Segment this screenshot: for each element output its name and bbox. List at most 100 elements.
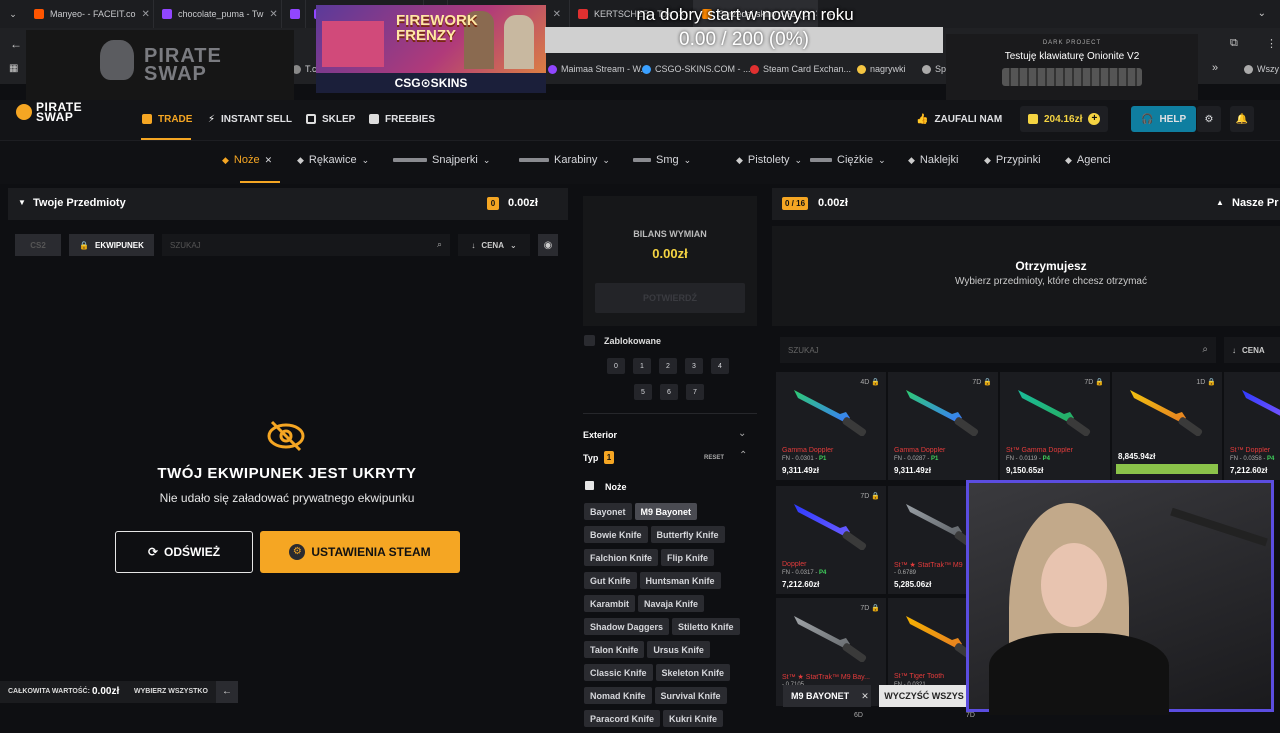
knife-filter-chip[interactable]: Kukri Knife — [663, 710, 724, 727]
day-filter-5[interactable]: 5 — [634, 384, 652, 400]
knife-filter-chip[interactable]: Gut Knife — [584, 572, 637, 589]
right-sort-dropdown[interactable]: ↓ CENA — [1224, 337, 1280, 363]
nav-freebies[interactable]: FREEBIES — [369, 106, 435, 132]
nav-instant-sell[interactable]: ⚡ INSTANT SELL — [208, 106, 292, 132]
filter-tag[interactable]: M9 BAYONET ✕ — [783, 685, 871, 707]
knife-filter-chip[interactable]: Talon Knife — [584, 641, 645, 658]
bookmark-item[interactable]: Maimaa Stream - W... — [548, 64, 648, 74]
item-card[interactable]: St™ Doppler FN - 0.0358 - P4 7,212.60zł — [1224, 372, 1280, 480]
chevron-up-icon[interactable]: ⌃ — [739, 450, 747, 461]
trade-lock-badge: 6D — [854, 712, 863, 719]
knife-filter-chip[interactable]: Survival Knife — [654, 687, 727, 704]
category-6[interactable]: Ciężkie ⌄ — [810, 154, 886, 166]
close-icon[interactable]: ✕ — [861, 691, 869, 702]
day-filter-2[interactable]: 2 — [659, 358, 677, 374]
steam-settings-button[interactable]: ⚙ USTAWIENIA STEAM — [260, 531, 460, 573]
inventory-button[interactable]: 🔒 EKWIPUNEK — [69, 234, 154, 256]
chevron-down-icon[interactable]: ⌄ — [738, 428, 746, 439]
chevron-down-icon[interactable]: ⌄ — [1258, 8, 1266, 19]
knife-filter-chip[interactable]: Classic Knife — [584, 664, 653, 681]
knife-filter-chip[interactable]: Bowie Knife — [584, 526, 648, 543]
category-4[interactable]: Smg ⌄ — [633, 154, 691, 166]
puzzle-icon[interactable]: ⧉ — [1230, 37, 1238, 50]
game-cs2-button[interactable]: CS2 — [15, 234, 61, 256]
close-icon[interactable]: ✕ — [265, 155, 273, 166]
knife-filter-chip[interactable]: Paracord Knife — [584, 710, 661, 727]
knife-filter-chip[interactable]: Butterfly Knife — [650, 526, 725, 543]
knife-filter-chip[interactable]: Nomad Knife — [584, 687, 652, 704]
tab-list-icon[interactable]: ⌄ — [0, 0, 26, 28]
browser-tab[interactable]: Manyeo- - FACEIT.co ✕ — [26, 0, 154, 28]
close-icon[interactable]: ✕ — [269, 9, 277, 20]
item-actions-bar[interactable] — [1116, 464, 1218, 474]
right-search-input[interactable]: SZUKAJ ⌕ — [780, 337, 1216, 363]
left-filter-button[interactable]: ◉ — [538, 234, 558, 256]
confirm-button[interactable]: POTWIERDŹ — [595, 283, 745, 313]
bookmark-item[interactable]: nagrywki — [857, 64, 906, 74]
balance-display[interactable]: 204.16zł + — [1020, 106, 1109, 132]
bookmark-item[interactable]: Steam Card Exchan... — [750, 64, 851, 74]
notifications-button[interactable]: 🔔 — [1230, 106, 1254, 132]
select-all-button[interactable]: WYBIERZ WSZYSTKO — [134, 688, 208, 695]
apps-grid-icon[interactable]: ▦ — [9, 63, 18, 74]
knife-filter-chip[interactable]: Huntsman Knife — [639, 572, 721, 589]
knife-filter-chip[interactable]: M9 Bayonet — [634, 503, 698, 520]
knife-filter-chip[interactable]: Falchion Knife — [584, 549, 659, 566]
bookmark-item[interactable]: Wszy — [1244, 64, 1279, 74]
item-card[interactable]: 7D 🔒 Doppler FN - 0.0317 - P4 7,212.60zł — [776, 486, 886, 594]
category-3[interactable]: Karabiny ⌄ — [519, 154, 610, 166]
bookmark-item[interactable]: Spr — [922, 64, 949, 74]
nav-shop[interactable]: SKLEP — [306, 106, 355, 132]
day-filter-6[interactable]: 6 — [660, 384, 678, 400]
knife-filter-chip[interactable]: Bayonet — [584, 503, 632, 520]
category-1[interactable]: ◆ Rękawice ⌄ — [297, 154, 369, 166]
day-filter-0[interactable]: 0 — [607, 358, 625, 374]
category-7[interactable]: ◆ Naklejki — [908, 154, 958, 166]
knives-group-checkbox[interactable] — [585, 481, 594, 490]
category-8[interactable]: ◆ Przypinki — [984, 154, 1041, 166]
back-icon[interactable]: ← — [10, 37, 22, 51]
knife-filter-chip[interactable]: Navaja Knife — [638, 595, 705, 612]
settings-button[interactable]: ⚙ — [1197, 106, 1221, 132]
browser-tab[interactable]: d✕ — [282, 0, 306, 28]
your-items-header[interactable]: ▼ Twoje Przedmioty 0 0.00zł — [8, 188, 568, 220]
browser-tab[interactable]: chocolate_puma - Tw ✕ — [154, 0, 282, 28]
close-icon[interactable]: ✕ — [142, 9, 150, 20]
left-search-input[interactable]: SZUKAJ ⌕ — [162, 234, 450, 256]
bookmarks-more-icon[interactable]: » — [1212, 62, 1218, 74]
knife-filter-chip[interactable]: Karambit — [584, 595, 636, 612]
category-5[interactable]: ◆ Pistolety ⌄ — [736, 154, 802, 166]
reset-button[interactable]: RESET — [704, 455, 724, 461]
knife-filter-chip[interactable]: Shadow Daggers — [584, 618, 670, 635]
help-button[interactable]: 🎧 HELP — [1131, 106, 1197, 132]
day-filter-1[interactable]: 1 — [633, 358, 651, 374]
left-sort-dropdown[interactable]: ↓ CENA ⌄ — [458, 234, 530, 256]
category-9[interactable]: ◆ Agenci — [1065, 154, 1111, 166]
arrow-left-icon[interactable]: ← — [216, 681, 238, 703]
nav-trade[interactable]: TRADE — [142, 106, 192, 132]
day-filter-3[interactable]: 3 — [685, 358, 703, 374]
bookmark-item[interactable]: CSGO-SKINS.COM - ... — [642, 64, 751, 74]
our-items-header[interactable]: 0 / 16 0.00zł ▲ Nasze Pr — [772, 188, 1280, 220]
add-funds-icon[interactable]: + — [1088, 113, 1101, 125]
category-2[interactable]: Snajperki ⌄ — [393, 154, 490, 166]
refresh-button[interactable]: ⟳ ODŚWIEŻ — [115, 531, 253, 573]
knife-filter-chip[interactable]: Skeleton Knife — [655, 664, 731, 681]
knife-filter-chip[interactable]: Ursus Knife — [647, 641, 710, 658]
day-filter-4[interactable]: 4 — [711, 358, 729, 374]
site-logo[interactable]: PIRATE SWAP — [16, 100, 108, 124]
nav-trust[interactable]: 👍 ZAUFALI NAM — [916, 106, 1002, 132]
item-card[interactable]: 4D 🔒 Gamma Doppler FN - 0.0301 - P1 9,311.4… — [776, 372, 886, 480]
knife-image — [794, 390, 867, 436]
item-card[interactable]: 7D 🔒 Gamma Doppler FN - 0.0287 - P1 9,311.4… — [888, 372, 998, 480]
exterior-filter[interactable]: Exterior — [583, 430, 617, 440]
item-card[interactable]: 1D 🔒 8,845.94zł — [1112, 372, 1222, 480]
category-0[interactable]: ◆ Noże ✕ — [222, 154, 272, 166]
knife-filter-chip[interactable]: Flip Knife — [661, 549, 715, 566]
knife-filter-chip[interactable]: Stiletto Knife — [672, 618, 740, 635]
item-card[interactable]: 7D 🔒 St™ Gamma Doppler FN - 0.0119 - P4 9,1… — [1000, 372, 1110, 480]
clear-filters-button[interactable]: WYCZYŚĆ WSZYS — [879, 685, 969, 707]
blocked-checkbox[interactable] — [584, 335, 595, 346]
menu-icon[interactable]: ⋮ — [1266, 37, 1277, 50]
day-filter-7[interactable]: 7 — [686, 384, 704, 400]
